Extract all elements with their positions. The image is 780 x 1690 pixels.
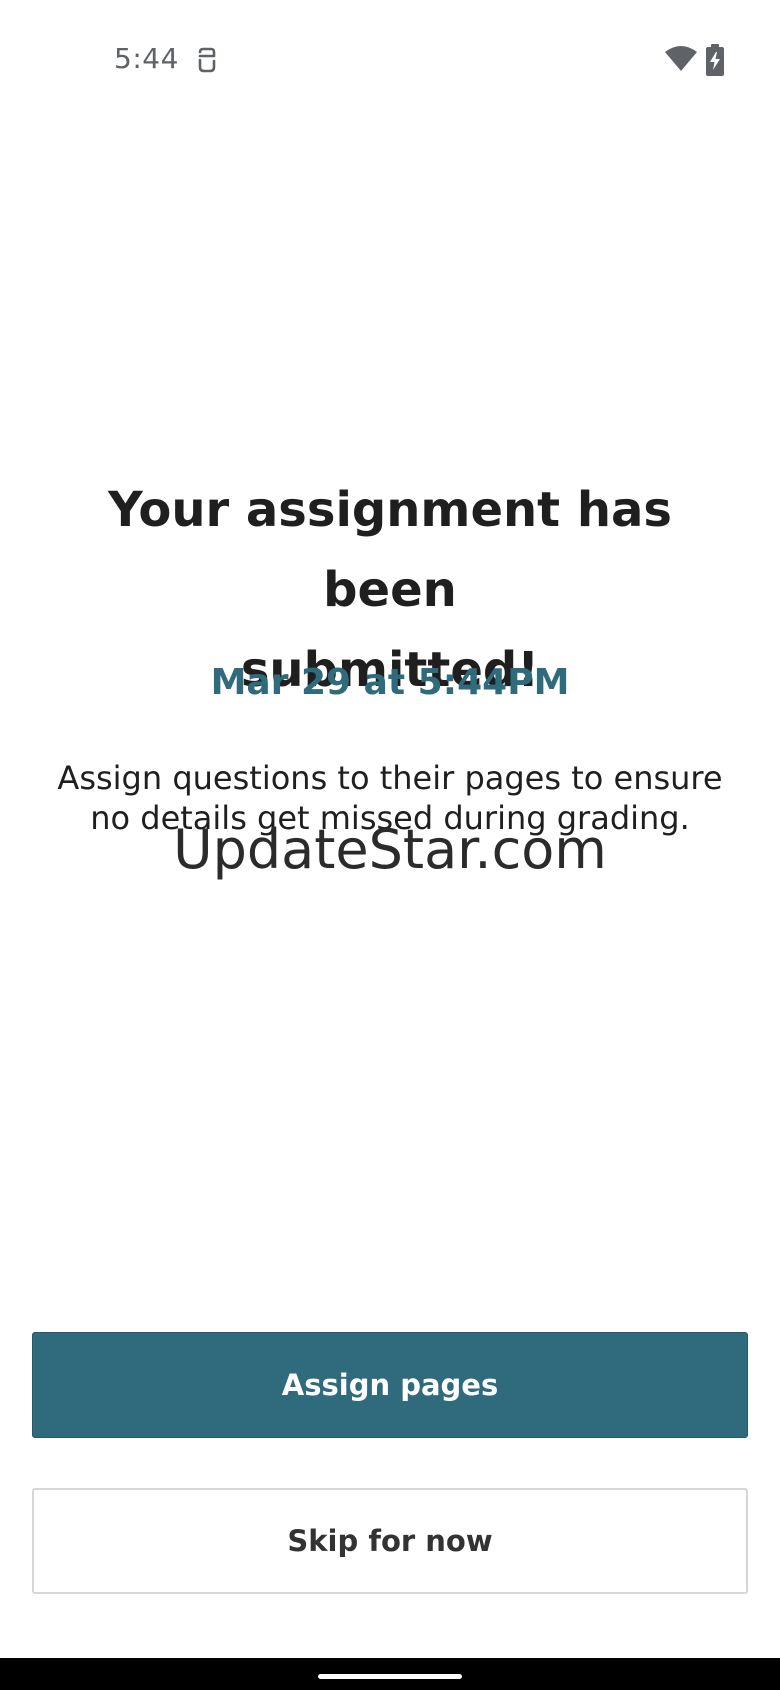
notification-app-icon: [198, 47, 216, 73]
status-time: 5:44: [114, 42, 179, 75]
submission-timestamp: Mar 29 at 5:44PM: [210, 662, 570, 703]
watermark: UpdateStar.com: [173, 818, 607, 881]
home-gesture-handle[interactable]: [318, 1674, 462, 1679]
wifi-icon: [665, 46, 697, 71]
status-bar: 5:44: [0, 0, 780, 120]
submission-confirmation-screen: 5:44 Your assignment has been submitted!…: [0, 0, 780, 1690]
navigation-bar: [0, 1658, 780, 1690]
assign-pages-button[interactable]: Assign pages: [32, 1332, 748, 1438]
battery-charging-icon: [706, 44, 724, 76]
instruction-line-1: Assign questions to their pages to ensur…: [57, 759, 723, 797]
skip-for-now-button[interactable]: Skip for now: [32, 1488, 748, 1594]
page-title-line-1: Your assignment has been: [108, 482, 672, 618]
